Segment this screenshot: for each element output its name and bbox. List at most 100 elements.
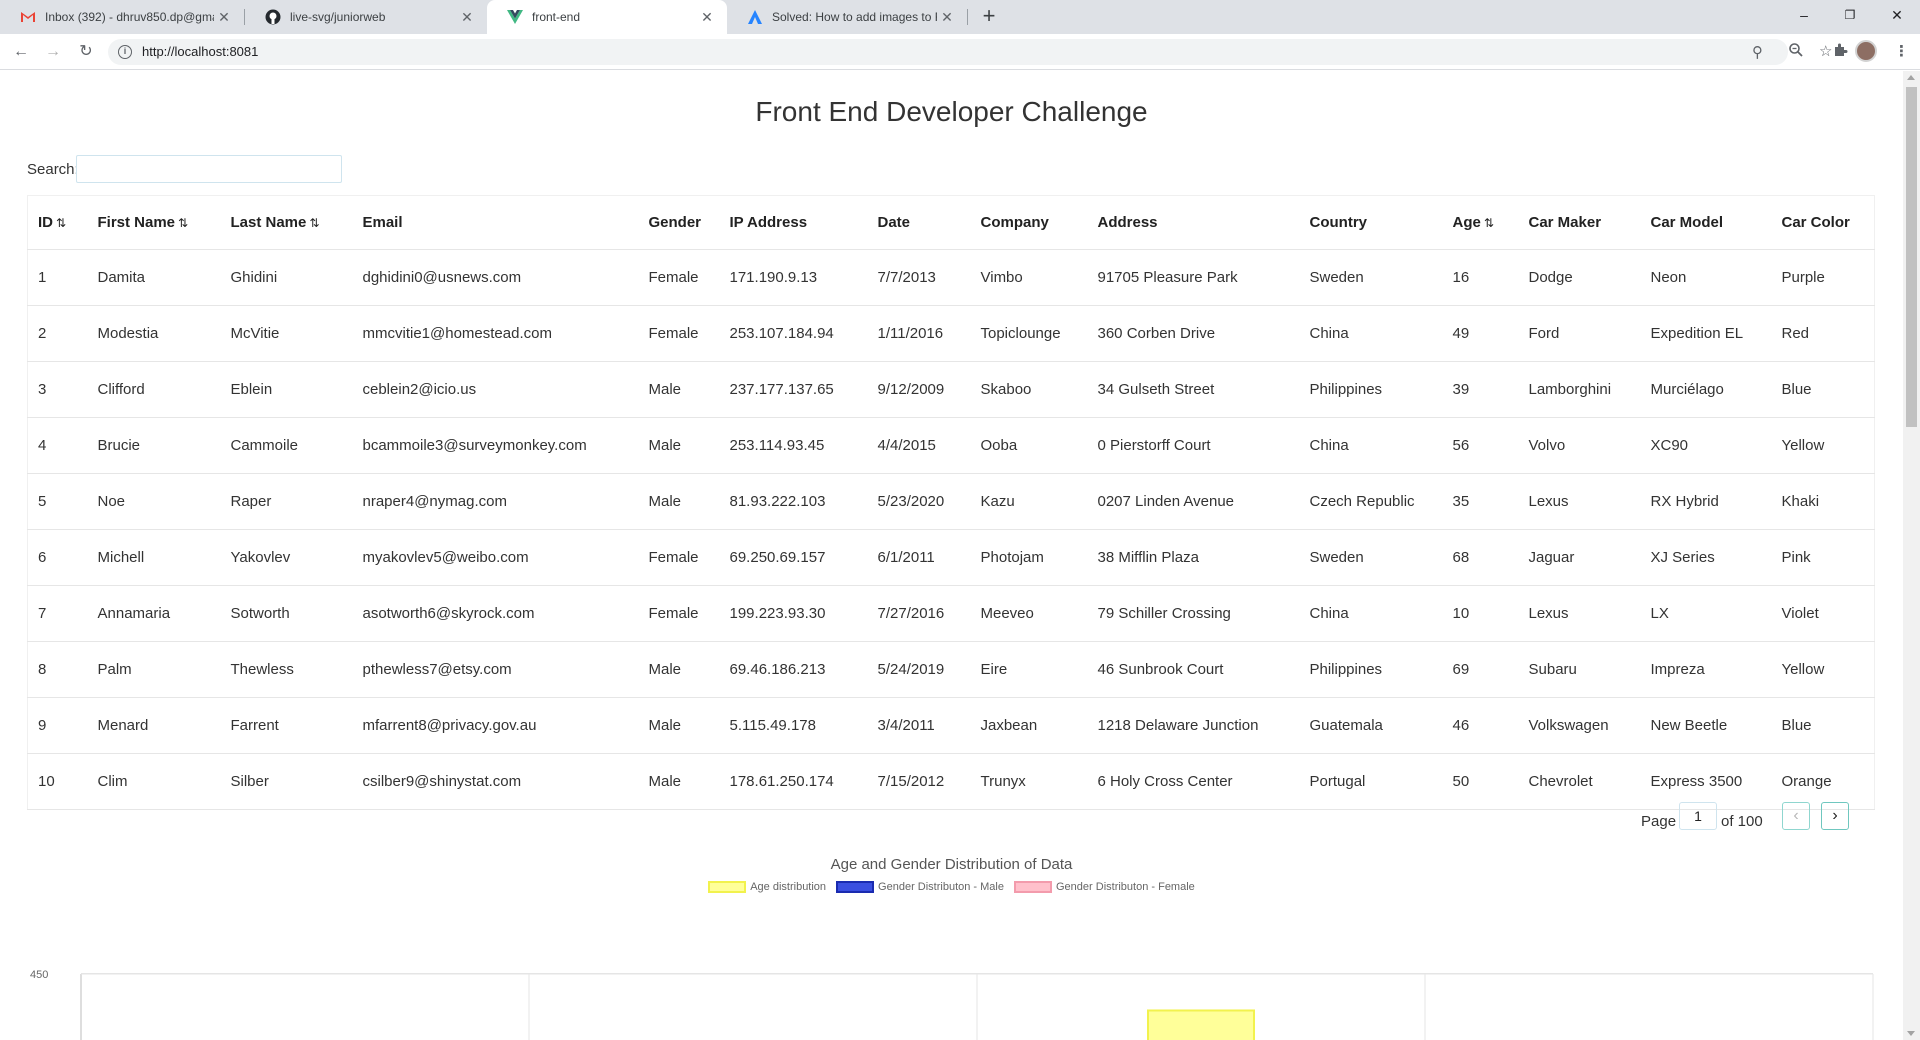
extensions-puzzle-icon[interactable]: [1833, 42, 1849, 62]
zoom-icon[interactable]: [1788, 42, 1804, 62]
new-tab-button[interactable]: +: [976, 4, 1002, 30]
reload-icon[interactable]: ↻: [75, 41, 97, 63]
table-row[interactable]: 1 Damita Ghidini dghidini0@usnews.com Female…: [27, 249, 1875, 306]
column-header-id[interactable]: ID ⇅: [27, 195, 88, 250]
table-cell: 5/23/2020: [867, 473, 971, 530]
sort-icon[interactable]: ⇅: [56, 216, 66, 230]
search-label: Search:: [27, 161, 79, 178]
table-cell: LX: [1640, 585, 1772, 642]
address-url[interactable]: http://localhost:8081: [142, 44, 258, 59]
table-cell: 56: [1442, 417, 1519, 474]
table-cell: bcammoile3@surveymonkey.com: [352, 417, 639, 474]
sort-icon[interactable]: ⇅: [1484, 216, 1494, 230]
legend-swatch: [1014, 881, 1052, 893]
table-cell: RX Hybrid: [1640, 473, 1772, 530]
column-header-age[interactable]: Age ⇅: [1442, 195, 1519, 250]
table-cell: 0 Pierstorff Court: [1087, 417, 1300, 474]
browser-tab-atlassian[interactable]: Solved: How to add images to Re ✕: [727, 0, 968, 34]
table-cell: Trunyx: [970, 753, 1088, 810]
restore-window-button[interactable]: ❐: [1827, 0, 1873, 30]
table-cell: Skaboo: [970, 361, 1088, 418]
table-cell: 4/4/2015: [867, 417, 971, 474]
table-body: 1 Damita Ghidini dghidini0@usnews.com Female…: [27, 249, 1875, 810]
table-cell: 46: [1442, 697, 1519, 754]
data-table: ID ⇅ First Name ⇅ Last Name ⇅ Email Gender …: [27, 195, 1875, 810]
site-info-icon[interactable]: i: [118, 45, 132, 59]
table-cell: Volkswagen: [1518, 697, 1641, 754]
table-row[interactable]: 3 Clifford Eblein ceblein2@icio.us Male 237.1…: [27, 361, 1875, 418]
scrollbar-thumb[interactable]: [1906, 87, 1917, 427]
table-cell: Neon: [1640, 249, 1772, 306]
close-tab-icon[interactable]: ✕: [457, 9, 477, 26]
table-row[interactable]: 6 Michell Yakovlev myakovlev5@weibo.com Fema…: [27, 529, 1875, 586]
profile-avatar[interactable]: [1855, 40, 1877, 62]
sort-icon[interactable]: ⇅: [178, 216, 188, 230]
legend-item-age[interactable]: Age distribution: [708, 881, 826, 893]
table-cell: New Beetle: [1640, 697, 1772, 754]
close-window-button[interactable]: ✕: [1874, 0, 1920, 30]
browser-toolbar: ← → ↻ i http://localhost:8081 ⚲ ☆ ⋮: [0, 34, 1920, 70]
table-cell: 178.61.250.174: [719, 753, 868, 810]
forward-arrow-icon[interactable]: →: [42, 41, 64, 63]
legend-item-male[interactable]: Gender Distributon - Male: [836, 881, 1004, 893]
table-cell: Ghidini: [220, 249, 353, 306]
table-cell: dghidini0@usnews.com: [352, 249, 639, 306]
next-page-button[interactable]: ›: [1821, 802, 1849, 830]
table-cell: 5.115.49.178: [719, 697, 868, 754]
table-cell: Lexus: [1518, 585, 1641, 642]
tab-title: Inbox (392) - dhruv850.dp@gma: [45, 10, 214, 24]
browser-tab-front-end[interactable]: front-end ✕: [487, 0, 727, 34]
chart-title: Age and Gender Distribution of Data: [830, 856, 1073, 873]
column-header-country: Country: [1299, 195, 1443, 250]
table-row[interactable]: 2 Modestia McVitie mmcvitie1@homestead.com F…: [27, 305, 1875, 362]
previous-page-button[interactable]: ‹: [1782, 802, 1810, 830]
table-cell: Purple: [1771, 249, 1875, 306]
table-row[interactable]: 4 Brucie Cammoile bcammoile3@surveymonkey.c…: [27, 417, 1875, 474]
table-cell: 1/11/2016: [867, 305, 971, 362]
table-cell: Khaki: [1771, 473, 1875, 530]
table-cell: 1: [27, 249, 88, 306]
search-input[interactable]: [76, 155, 342, 183]
table-cell: Cammoile: [220, 417, 353, 474]
table-cell: mmcvitie1@homestead.com: [352, 305, 639, 362]
table-cell: 6 Holy Cross Center: [1087, 753, 1300, 810]
browser-tab-github[interactable]: live-svg/juniorweb ✕: [245, 0, 487, 34]
table-cell: 49: [1442, 305, 1519, 362]
column-header-first-name[interactable]: First Name ⇅: [87, 195, 221, 250]
table-cell: 39: [1442, 361, 1519, 418]
table-row[interactable]: 5 Noe Raper nraper4@nymag.com Male 81.93.222.…: [27, 473, 1875, 530]
bookmark-star-icon[interactable]: ☆: [1819, 42, 1832, 60]
page-scrollbar[interactable]: [1903, 71, 1920, 1040]
sort-icon[interactable]: ⇅: [309, 216, 319, 230]
table-cell: Raper: [220, 473, 353, 530]
table-row[interactable]: 9 Menard Farrent mfarrent8@privacy.gov.au Ma…: [27, 697, 1875, 754]
address-bar[interactable]: i http://localhost:8081 ⚲: [108, 39, 1788, 65]
table-cell: Violet: [1771, 585, 1875, 642]
scroll-down-arrow[interactable]: [1907, 1031, 1915, 1036]
close-tab-icon[interactable]: ✕: [214, 9, 234, 26]
table-cell: Sweden: [1299, 249, 1443, 306]
table-row[interactable]: 7 Annamaria Sotworth asotworth6@skyrock.com…: [27, 585, 1875, 642]
table-cell: csilber9@shinystat.com: [352, 753, 639, 810]
legend-item-female[interactable]: Gender Distributon - Female: [1014, 881, 1195, 893]
close-tab-icon[interactable]: ✕: [697, 9, 717, 26]
table-row[interactable]: 10 Clim Silber csilber9@shinystat.com Male 17…: [27, 753, 1875, 810]
zoom-icon[interactable]: ⚲: [1752, 43, 1763, 61]
scroll-up-arrow[interactable]: [1907, 75, 1915, 80]
table-cell: asotworth6@skyrock.com: [352, 585, 639, 642]
table-row[interactable]: 8 Palm Thewless pthewless7@etsy.com Male 69.4…: [27, 641, 1875, 698]
table-cell: Sotworth: [220, 585, 353, 642]
table-cell: 0207 Linden Avenue: [1087, 473, 1300, 530]
github-icon: [265, 9, 281, 25]
browser-tab-gmail[interactable]: Inbox (392) - dhruv850.dp@gma ✕: [0, 0, 245, 34]
table-cell: Topiclounge: [970, 305, 1088, 362]
page-number-input[interactable]: 1: [1679, 802, 1717, 830]
close-tab-icon[interactable]: ✕: [937, 9, 957, 26]
column-header-last-name[interactable]: Last Name ⇅: [220, 195, 353, 250]
minimize-window-button[interactable]: –: [1781, 0, 1827, 30]
table-cell: Pink: [1771, 529, 1875, 586]
browser-menu-icon[interactable]: ⋮: [1894, 42, 1909, 60]
page-label: Page: [1641, 813, 1677, 830]
column-header-email: Email: [352, 195, 639, 250]
back-arrow-icon[interactable]: ←: [10, 41, 32, 63]
